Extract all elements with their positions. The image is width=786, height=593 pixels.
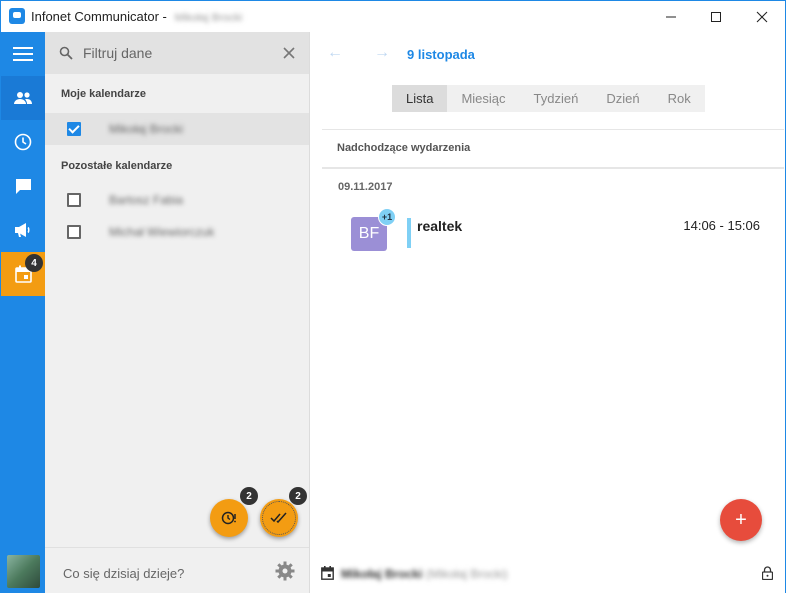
close-icon [756, 11, 768, 22]
chat-icon [15, 178, 31, 194]
status-bar [45, 547, 309, 593]
footer-owner-name: Mikołaj Brocki [341, 567, 423, 581]
alarm-icon [221, 511, 236, 525]
megaphone-icon [15, 223, 30, 237]
status-input[interactable] [63, 563, 263, 583]
calendar-checkbox[interactable] [67, 193, 81, 207]
prev-arrow-icon[interactable]: ← [327, 44, 343, 62]
view-tabs: Lista Miesiąc Tydzień Dzień Rok [392, 85, 705, 112]
rail-item-history[interactable] [1, 120, 45, 164]
minimize-button[interactable] [648, 1, 694, 32]
tab-week[interactable]: Tydzień [520, 85, 593, 112]
event-title: realtek [417, 218, 463, 234]
rail-item-calendar[interactable]: 4 [1, 252, 45, 296]
current-date-title: 9 listopada [407, 47, 475, 62]
maximize-button[interactable] [693, 1, 739, 32]
calendar-checkbox[interactable] [67, 122, 81, 136]
close-button[interactable] [739, 1, 785, 32]
main-panel: ← → 9 listopada Lista Miesiąc Tydzień Dz… [310, 32, 785, 593]
calendar-list-panel: Moje kalendarze Mikołaj Brocki Pozostałe… [45, 32, 310, 593]
my-calendars-heading: Moje kalendarze [61, 88, 146, 100]
title-bar: Infonet Communicator - Mikołaj Brocki [1, 1, 785, 32]
minimize-icon [666, 16, 676, 17]
window-title-user: Mikołaj Brocki [174, 12, 243, 24]
calendar-item[interactable]: Bartosz Fabia [45, 184, 309, 216]
hamburger-icon [13, 47, 33, 61]
event-date-group: 09.11.2017 [338, 181, 393, 193]
user-avatar[interactable] [7, 555, 40, 588]
rail-item-announcements[interactable] [1, 208, 45, 252]
rail-item-contacts[interactable] [1, 76, 45, 120]
calendar-name: Mikołaj Brocki [109, 122, 184, 136]
clock-icon [14, 133, 32, 151]
completed-badge: 2 [289, 487, 307, 505]
event-time: 14:06 - 15:06 [683, 218, 760, 233]
tab-month[interactable]: Miesiąc [447, 85, 519, 112]
add-event-button[interactable]: + [720, 499, 762, 541]
contacts-icon [14, 92, 32, 104]
calendar-footer: Mikołaj Brocki (Mikołaj Brocki) [310, 547, 785, 593]
upcoming-heading: Nadchodzące wydarzenia [337, 142, 471, 154]
completed-button[interactable] [260, 499, 298, 537]
calendar-name: Bartosz Fabia [109, 193, 184, 207]
maximize-icon [711, 11, 721, 22]
footer-owner-sub: (Mikołaj Brocki) [425, 567, 508, 581]
next-arrow-icon[interactable]: → [374, 44, 390, 62]
tab-list[interactable]: Lista [392, 85, 448, 112]
gear-icon[interactable] [275, 561, 295, 581]
lock-icon[interactable] [762, 566, 773, 580]
footer-calendar-owner: Mikołaj Brocki (Mikołaj Brocki) [341, 567, 508, 581]
clear-search-icon[interactable] [283, 47, 295, 59]
calendar-checkbox[interactable] [67, 225, 81, 239]
event-color-bar [407, 218, 411, 248]
app-icon [9, 8, 25, 24]
divider [322, 129, 784, 130]
app-window: Infonet Communicator - Mikołaj Brocki 4 … [0, 0, 786, 593]
reminders-badge: 2 [240, 487, 258, 505]
calendar-icon [321, 566, 334, 580]
window-title: Infonet Communicator - Mikołaj Brocki [31, 9, 242, 24]
menu-button[interactable] [1, 32, 45, 76]
calendar-item[interactable]: Michał Wiewiorczuk [45, 216, 309, 248]
tab-day[interactable]: Dzień [592, 85, 653, 112]
window-title-text: Infonet Communicator - [31, 9, 167, 24]
event-extra-participants: +1 [378, 208, 396, 226]
other-calendars-heading: Pozostałe kalendarze [61, 160, 173, 172]
divider [322, 167, 784, 169]
double-check-icon [270, 512, 287, 524]
search-input[interactable] [83, 42, 273, 64]
search-icon [59, 46, 73, 60]
nav-rail: 4 [1, 32, 45, 593]
calendar-item[interactable]: Mikołaj Brocki [45, 113, 309, 145]
reminders-button[interactable] [210, 499, 248, 537]
calendar-name: Michał Wiewiorczuk [109, 225, 215, 239]
rail-item-chat[interactable] [1, 164, 45, 208]
tab-year[interactable]: Rok [654, 85, 705, 112]
calendar-badge: 4 [25, 254, 43, 272]
search-bar [45, 32, 309, 74]
